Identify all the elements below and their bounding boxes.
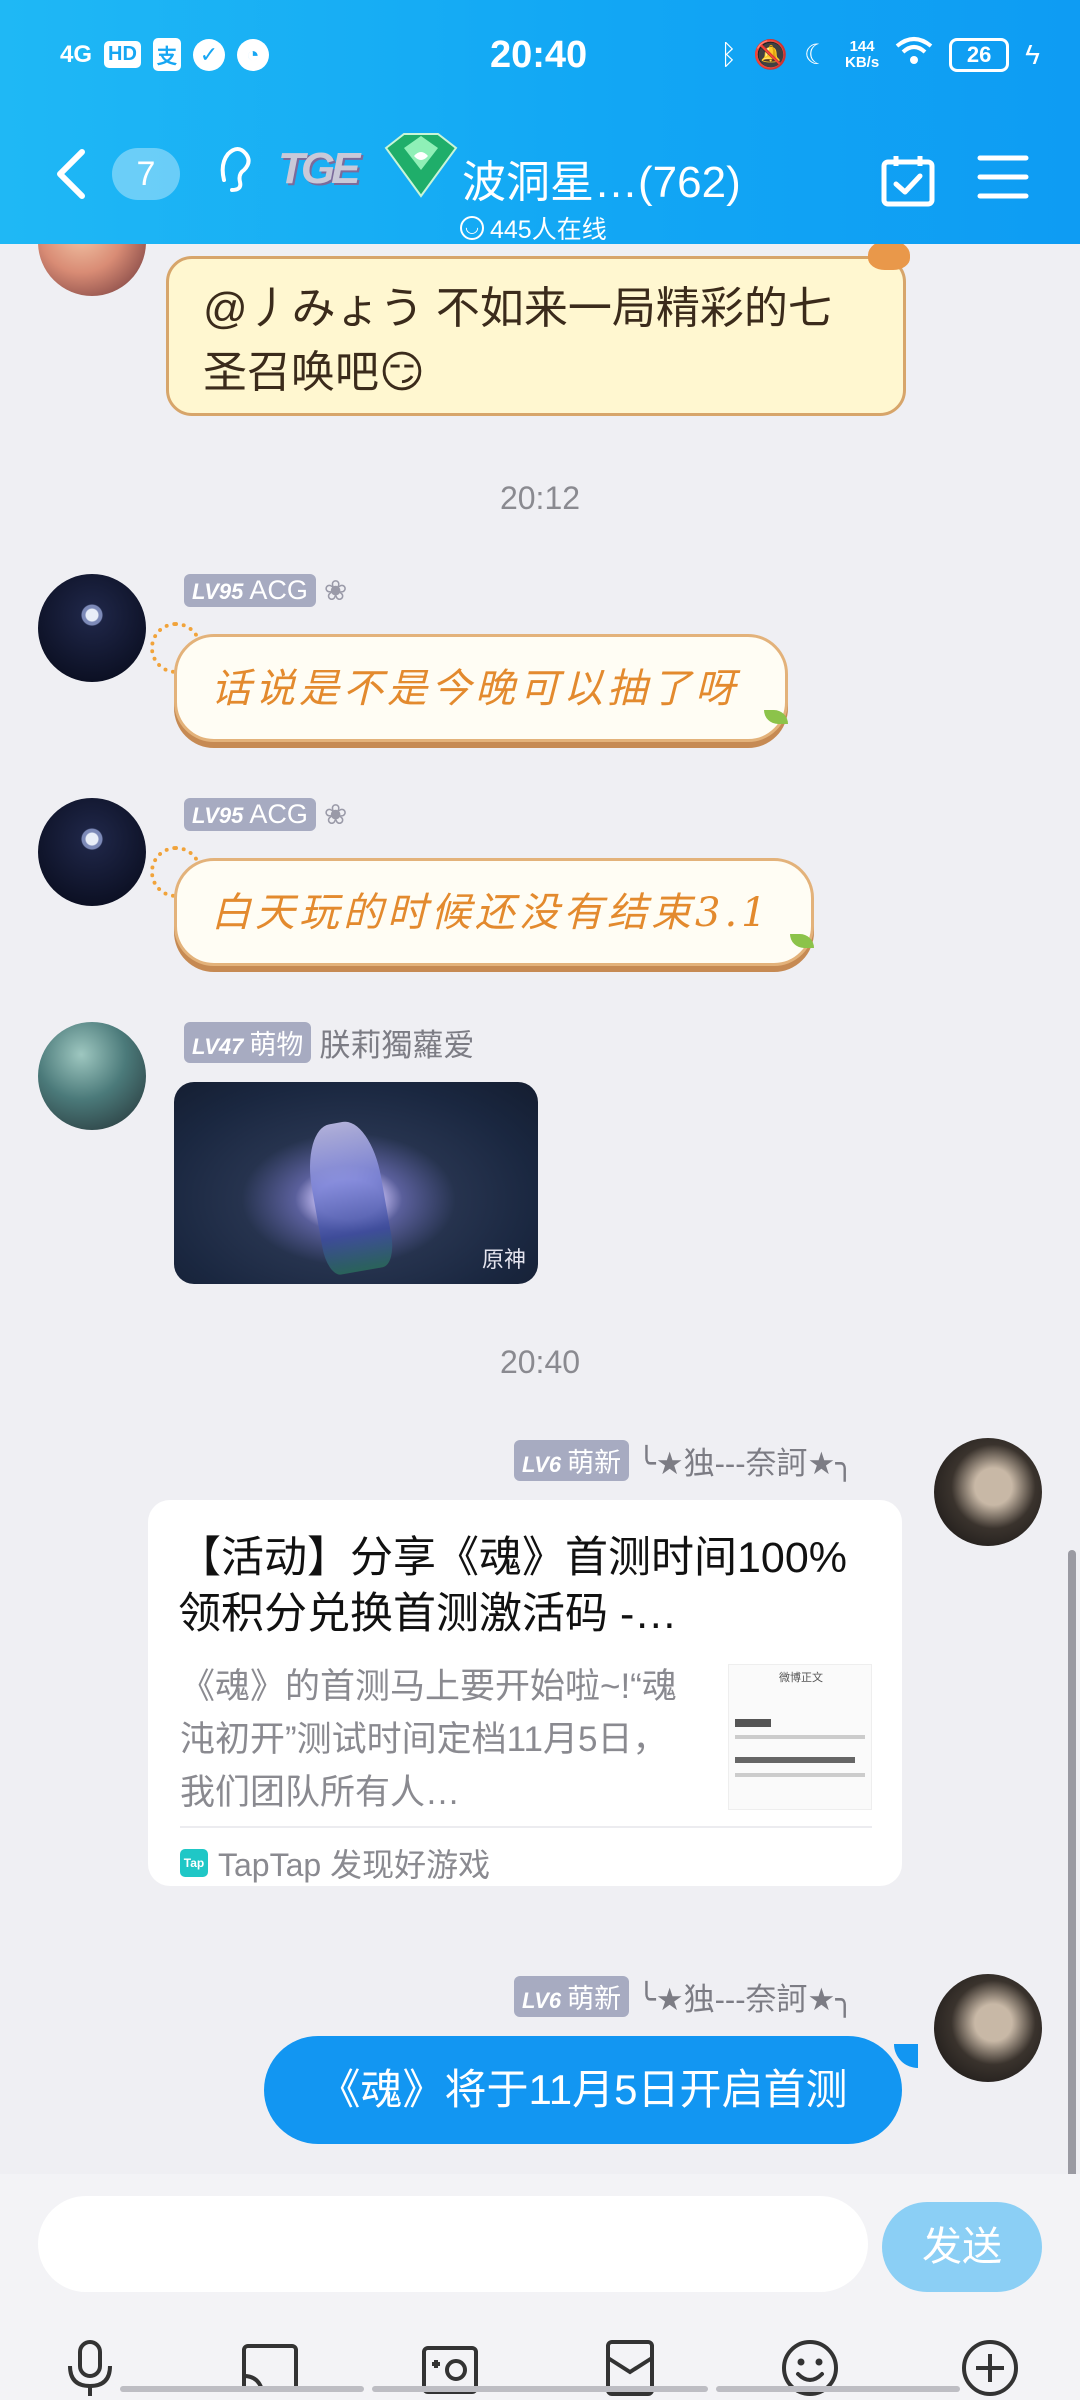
level-text: LV95: [192, 579, 244, 604]
message-bubble[interactable]: 白天玩的时候还没有结束3.1: [174, 858, 814, 966]
online-text: 445人在线: [490, 216, 607, 244]
card-title: 【活动】分享《魂》首测时间100%领积分兑换首测激活码 -…: [178, 1534, 847, 1638]
ear-icon[interactable]: [214, 144, 254, 194]
flower-icon: ❀: [323, 575, 348, 606]
card-divider: [180, 1826, 872, 1828]
level-badge: LV47 萌物: [184, 1022, 312, 1063]
thumb-heading: 微博正文: [779, 1672, 823, 1684]
level-text: LV95: [192, 803, 244, 828]
image-watermark: 原神: [481, 1248, 526, 1273]
calendar-check-icon[interactable]: [880, 152, 936, 208]
level-badge: LV95 ACG: [184, 574, 316, 607]
back-icon[interactable]: [50, 146, 90, 202]
title-text: 萌物: [249, 1030, 304, 1060]
status-time: 20:40: [490, 34, 588, 76]
send-button[interactable]: 发送: [882, 2202, 1042, 2292]
net-speed-value: 144: [849, 37, 875, 55]
unread-count-badge[interactable]: 7: [112, 148, 180, 200]
group-name: 波洞星…: [462, 158, 638, 207]
plus-icon[interactable]: [960, 2338, 1020, 2398]
group-level-badge: TGE: [278, 144, 360, 193]
taptap-icon: Tap: [180, 1849, 208, 1877]
online-status: ◡ 445人在线: [460, 210, 607, 246]
sender-name: ╰★独---奈訶★╮: [637, 1982, 854, 2017]
online-icon: ◡: [460, 216, 484, 240]
microphone-icon[interactable]: [60, 2338, 120, 2398]
bottom-scroll-indicator: [120, 2386, 364, 2392]
link-card[interactable]: 【活动】分享《魂》首测时间100%领积分兑换首测激活码 -… 《魂》的首测马上要…: [148, 1500, 902, 1886]
mute-icon: 🔕: [753, 39, 788, 70]
title-text: ACG: [249, 799, 308, 829]
avatar[interactable]: [38, 574, 146, 682]
network-icon: 4G: [60, 40, 93, 68]
status-right: ᛒ 🔕 ☾ 144 KB/s 26 ϟ: [720, 36, 1040, 73]
avatar[interactable]: [38, 244, 146, 296]
title-text: 萌新: [567, 1448, 622, 1478]
timestamp: 20:12: [499, 480, 581, 516]
hd-icon: HD: [104, 41, 141, 68]
bottom-scroll-indicator: [716, 2386, 960, 2392]
bubble-tail: [894, 2044, 918, 2068]
wifi-icon: [895, 36, 933, 73]
title-text: 萌新: [567, 1984, 622, 2014]
bluetooth-icon: ᛒ: [720, 38, 737, 70]
member-count: (762): [638, 158, 741, 207]
thumb-line: [735, 1757, 855, 1763]
level-badge: LV6 萌新: [513, 1976, 630, 2017]
avatar[interactable]: [38, 798, 146, 906]
sender-info: LV6 萌新 ╰★独---奈訶★╮: [513, 1438, 854, 1483]
status-left: 4G HD 支 ✓ ◔: [60, 38, 269, 71]
status-bar: 4G HD 支 ✓ ◔ 20:40 ᛒ 🔕 ☾ 144 KB/s 26 ϟ: [60, 30, 1040, 90]
cat-decoration-icon: [868, 244, 910, 270]
bottom-scroll-indicator: [372, 2386, 708, 2392]
alipay-icon: 支: [152, 38, 181, 71]
net-speed-unit: KB/s: [844, 53, 880, 71]
menu-icon[interactable]: [976, 152, 1030, 202]
thumb-line: [735, 1719, 771, 1727]
avatar[interactable]: [934, 1438, 1042, 1546]
title-text: ACG: [249, 575, 308, 605]
group-title[interactable]: 波洞星…(762): [462, 146, 741, 210]
chat-header: 4G HD 支 ✓ ◔ 20:40 ᛒ 🔕 ☾ 144 KB/s 26 ϟ 7 …: [0, 0, 1080, 244]
level-text: LV47: [192, 1034, 244, 1059]
moon-icon: ☾: [803, 39, 829, 70]
check-icon: ✓: [192, 38, 225, 71]
flower-icon: ❀: [323, 799, 348, 830]
message-bubble[interactable]: @丿みょう 不如来一局精彩的七圣召唤吧😏: [166, 256, 906, 416]
battery-icon: 26: [949, 37, 1010, 72]
card-source-text: TapTap 发现好游戏: [218, 1847, 491, 1883]
image-message[interactable]: 原神: [174, 1082, 538, 1284]
level-badge: LV6 萌新: [513, 1440, 630, 1481]
nav-bar: 7 TGE 波洞星…(762) ◡ 445人在线: [0, 130, 1080, 244]
charging-icon: ϟ: [1025, 38, 1040, 70]
message-input[interactable]: [38, 2196, 868, 2292]
scrollbar[interactable]: [1068, 1550, 1076, 2174]
net-speed: 144 KB/s: [844, 37, 880, 71]
message-list[interactable]: @丿みょう 不如来一局精彩的七圣召唤吧😏 20:12 LV95 ACG ❀ 话说是…: [0, 244, 1080, 2174]
level-text: LV6: [521, 1452, 562, 1477]
card-description: 《魂》的首测马上要开始啦~!“魂沌初开”测试时间定档11月5日，我们团队所有人…: [180, 1667, 677, 1812]
message-bubble[interactable]: 话说是不是今晚可以抽了呀: [174, 634, 788, 742]
sender-name: 朕莉獨蘿爱: [319, 1028, 475, 1063]
sender-name: ╰★独---奈訶★╮: [637, 1446, 854, 1481]
sender-info: LV6 萌新 ╰★独---奈訶★╮: [513, 1974, 854, 2019]
card-thumbnail: 微博正文: [728, 1664, 872, 1810]
thumb-line: [735, 1773, 865, 1777]
sender-info: LV95 ACG ❀: [184, 574, 347, 607]
composer-bar: 发送: [0, 2174, 1080, 2400]
sender-info: LV95 ACG ❀: [184, 798, 347, 831]
timestamp: 20:40: [499, 1344, 581, 1380]
sender-info: LV47 萌物 朕莉獨蘿爱: [184, 1020, 474, 1065]
diamond-icon: [384, 133, 458, 198]
avatar[interactable]: [38, 1022, 146, 1130]
level-badge: LV95 ACG: [184, 798, 316, 831]
level-text: LV6: [521, 1988, 562, 2013]
character-figure: [301, 1117, 397, 1277]
card-source: Tap TapTap 发现好游戏: [180, 1840, 490, 1886]
thumb-line: [735, 1735, 865, 1739]
gauge-icon: ◔: [236, 38, 269, 71]
message-bubble[interactable]: 《魂》将于11月5日开启首测: [264, 2036, 902, 2144]
avatar[interactable]: [934, 1974, 1042, 2082]
